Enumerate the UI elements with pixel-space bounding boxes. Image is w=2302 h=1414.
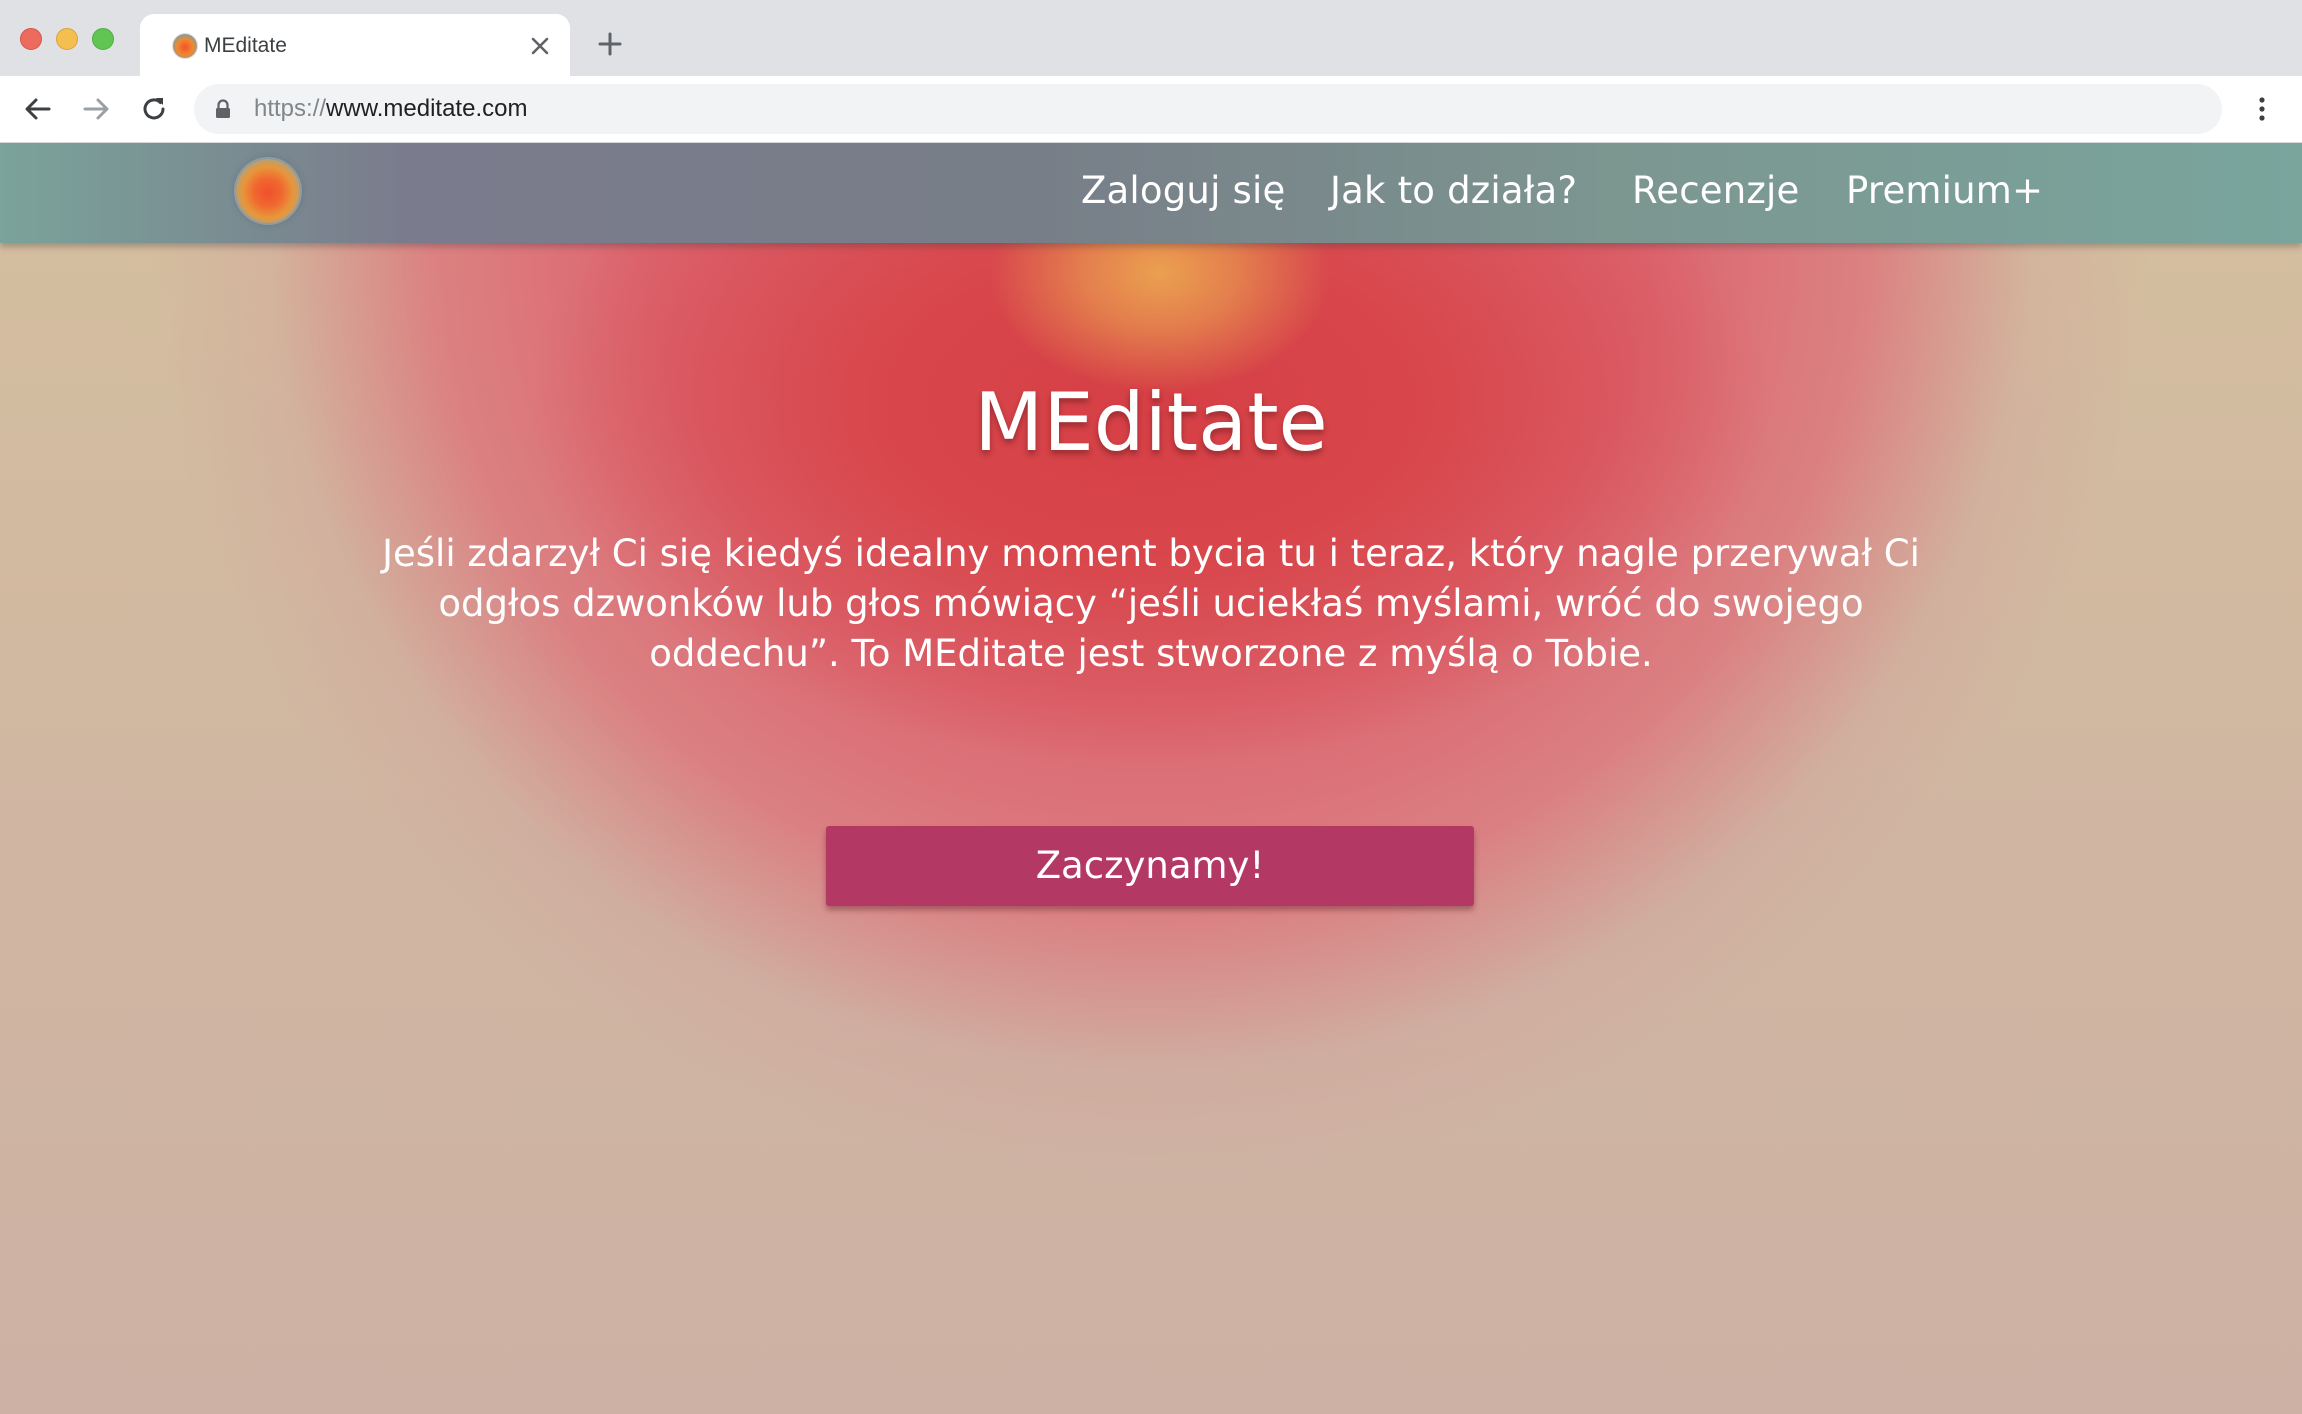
- page-content: Zaloguj się Jak to działa? Recenzje Prem…: [0, 143, 2302, 1414]
- window-close-button[interactable]: [20, 28, 42, 50]
- hero-description-line: oddechu”. To MEditate jest stworzone z m…: [649, 632, 1653, 675]
- browser-tab[interactable]: MEditate: [140, 14, 570, 76]
- kebab-menu-icon[interactable]: [2246, 93, 2278, 125]
- start-button[interactable]: Zaczynamy!: [826, 826, 1474, 906]
- tab-title: MEditate: [204, 34, 287, 57]
- arrow-right-icon[interactable]: [80, 93, 112, 125]
- nav-link-reviews[interactable]: Recenzje: [1632, 169, 1799, 213]
- url-host: www.meditate.com: [326, 95, 528, 122]
- hero-description-line: odgłos dzwonków lub głos mówiący “jeśli …: [438, 582, 1864, 625]
- arrow-left-icon[interactable]: [22, 93, 54, 125]
- lock-icon: [214, 99, 232, 119]
- close-icon[interactable]: [524, 30, 556, 62]
- address-bar[interactable]: https://www.meditate.com: [194, 84, 2222, 134]
- browser-tab-strip: MEditate: [0, 0, 2302, 76]
- nav-link-login[interactable]: Zaloguj się: [1081, 169, 1285, 213]
- site-navbar: Zaloguj się Jak to działa? Recenzje Prem…: [0, 143, 2302, 243]
- reload-icon[interactable]: [138, 93, 170, 125]
- address-bar-url[interactable]: https://www.meditate.com: [254, 95, 527, 123]
- nav-link-premium[interactable]: Premium+: [1846, 169, 2043, 213]
- window-minimize-button[interactable]: [56, 28, 78, 50]
- hero-description: Jeśli zdarzył Ci się kiedyś idealny mome…: [380, 529, 1922, 679]
- nav-link-how-it-works[interactable]: Jak to działa?: [1330, 169, 1577, 213]
- window-zoom-button[interactable]: [92, 28, 114, 50]
- url-scheme: https://: [254, 95, 327, 122]
- meditate-logo-icon: [173, 34, 197, 58]
- browser-toolbar: https://www.meditate.com: [0, 76, 2302, 143]
- hero-description-line: Jeśli zdarzył Ci się kiedyś idealny mome…: [382, 532, 1920, 575]
- hero-title: MEditate: [974, 376, 1328, 469]
- plus-icon[interactable]: [594, 28, 626, 60]
- meditate-logo-icon[interactable]: [236, 159, 300, 223]
